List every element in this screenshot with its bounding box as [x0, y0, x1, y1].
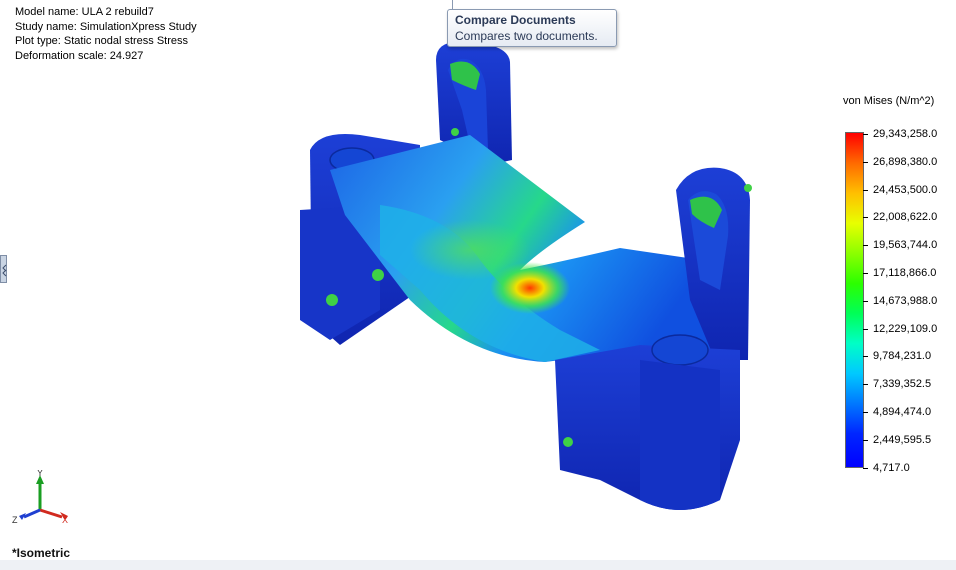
legend-tick: [863, 161, 868, 163]
coordinate-triad: Y Z X: [12, 470, 68, 525]
legend-tick: [863, 273, 868, 274]
legend-value-label: 24,453,500.0: [873, 183, 938, 196]
tooltip-description: Compares two documents.: [455, 29, 598, 43]
legend-value-label: 7,339,352.5: [873, 378, 932, 391]
legend-value-label: 17,118,866.0: [873, 267, 937, 279]
legend-tick: [863, 384, 868, 386]
legend-value-label: 4,717.0: [873, 461, 910, 474]
legend-tick: [863, 439, 868, 441]
collapse-handle-icon[interactable]: [0, 255, 7, 283]
legend-value-label: 26,898,380.0: [873, 155, 938, 168]
legend-tick: [863, 412, 868, 413]
legend-tick: [863, 467, 868, 469]
legend-color-bar: [845, 132, 864, 468]
legend-value-label: 19,563,744.0: [873, 239, 938, 252]
legend-value-label: 12,229,109.0: [873, 322, 938, 335]
legend-value-label: 29,343,258.0: [873, 128, 938, 140]
legend-tick: [863, 328, 868, 330]
legend-value-label: 14,673,988.0: [873, 294, 938, 307]
legend-tick: [863, 217, 868, 219]
compare-documents-tooltip: Compare Documents Compares two documents…: [447, 9, 617, 47]
stress-result-part[interactable]: [0, 0, 956, 560]
graphics-viewport[interactable]: Model name: ULA 2 rebuild7 Study name: S…: [0, 0, 956, 560]
legend-tick: [863, 245, 868, 247]
triad-z-label: Z: [12, 515, 18, 525]
triad-y-label: Y: [37, 470, 43, 478]
triad-x-label: X: [62, 515, 68, 525]
legend-tick: [863, 189, 868, 191]
view-orientation-label: *Isometric: [12, 546, 71, 560]
legend-tick: [863, 300, 868, 302]
tooltip-title: Compare Documents: [455, 13, 576, 27]
legend-title: von Mises (N/m^2): [843, 95, 935, 107]
legend-value-label: 2,449,595.5: [873, 433, 932, 446]
legend-tick: [863, 134, 868, 135]
legend-tick: [863, 356, 868, 358]
legend-value-label: 22,008,622.0: [873, 211, 938, 224]
legend-value-label: 9,784,231.0: [873, 350, 932, 363]
legend-value-label: 4,894,474.0: [873, 406, 932, 418]
viewport-bottom-strip: [0, 560, 956, 570]
